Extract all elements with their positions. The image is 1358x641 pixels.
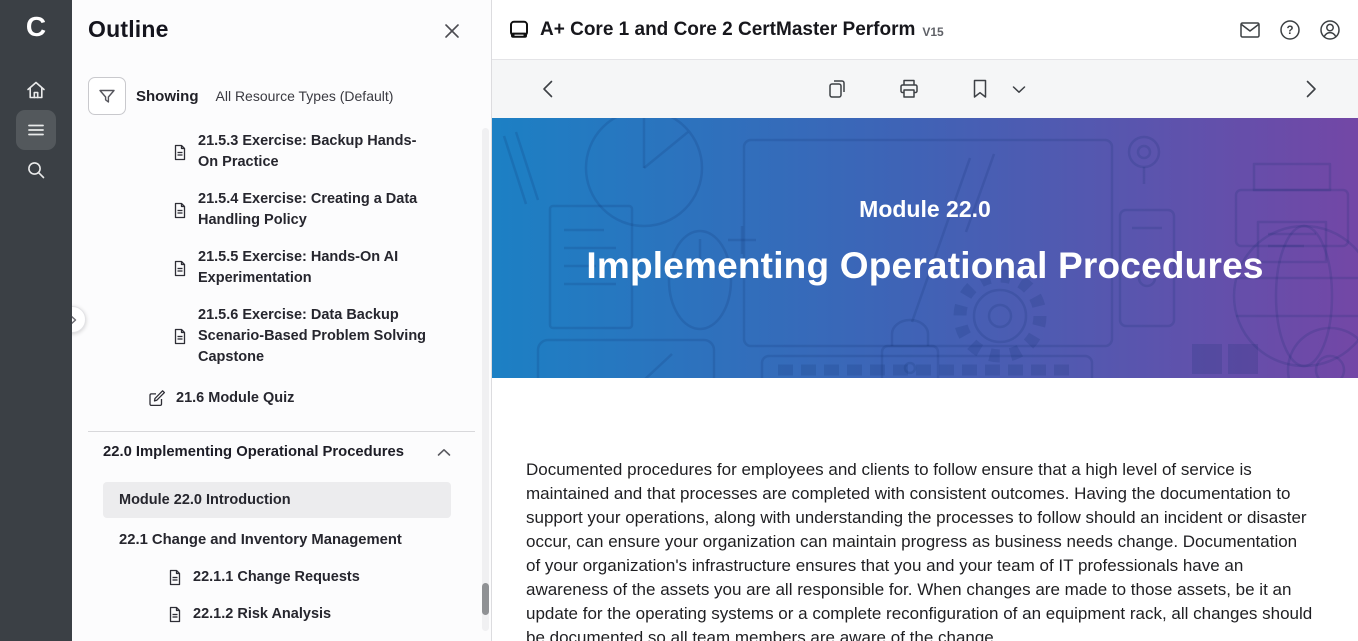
app-rail: C	[0, 0, 72, 641]
course-title: A+ Core 1 and Core 2 CertMaster Perform	[540, 19, 915, 41]
outline-divider	[88, 431, 475, 432]
document-icon	[172, 260, 188, 277]
course-version: V15	[922, 25, 943, 39]
module-hero-banner: Module 22.0 Implementing Operational Pro…	[492, 118, 1358, 378]
filter-row: Showing All Resource Types (Default)	[88, 77, 491, 115]
outline-item-label: 22.1.1 Change Requests	[193, 567, 360, 588]
previous-page-button[interactable]	[532, 74, 562, 104]
outline-item-label: 21.6 Module Quiz	[176, 388, 294, 409]
hero-title: Implementing Operational Procedures	[586, 245, 1263, 287]
account-button[interactable]	[1318, 18, 1342, 42]
filter-button[interactable]	[88, 77, 126, 115]
search-icon	[25, 159, 47, 181]
chevron-up-icon	[437, 448, 451, 457]
outline-item-label: 21.5.4 Exercise: Creating a Data Handlin…	[198, 189, 434, 231]
outline-item-label: 21.5.5 Exercise: Hands-On AI Experimenta…	[198, 247, 434, 289]
account-icon	[1318, 18, 1342, 42]
book-icon	[508, 19, 530, 41]
course-header: A+ Core 1 and Core 2 CertMaster Perform …	[492, 0, 1358, 60]
reader-toolbar	[492, 60, 1358, 118]
outline-item-label: 21.5.6 Exercise: Data Backup Scenario-Ba…	[198, 305, 434, 368]
document-icon	[172, 328, 188, 345]
main-content-area: A+ Core 1 and Core 2 CertMaster Perform …	[492, 0, 1358, 641]
document-icon	[172, 144, 188, 161]
outline-panel: Outline Showing All Resource Types (Defa…	[72, 0, 492, 641]
outline-item-21-6-quiz[interactable]: 21.6 Module Quiz	[72, 387, 491, 409]
outline-item-label: 21.5.3 Exercise: Backup Hands-On Practic…	[198, 131, 434, 173]
help-button[interactable]: ?	[1278, 18, 1302, 42]
outline-section-label: 22.0 Implementing Operational Procedures	[103, 442, 404, 463]
search-button[interactable]	[16, 150, 56, 190]
filter-showing-label: Showing	[136, 88, 199, 105]
bookmark-menu-button[interactable]	[1006, 74, 1032, 104]
certmaster-app: C Outline	[0, 0, 1358, 641]
chevron-down-icon	[1012, 85, 1026, 94]
outline-menu-button[interactable]	[16, 110, 56, 150]
outline-title: Outline	[88, 16, 169, 43]
lesson-content: Documented procedures for employees and …	[492, 378, 1358, 641]
outline-item-label: 22.1.2 Risk Analysis	[193, 604, 331, 625]
home-icon	[25, 79, 47, 101]
print-button[interactable]	[894, 74, 924, 104]
print-icon	[897, 77, 921, 101]
outline-section-22-0[interactable]: 22.0 Implementing Operational Procedures	[72, 441, 491, 463]
messages-button[interactable]	[1238, 18, 1262, 42]
hero-module-label: Module 22.0	[859, 196, 991, 223]
outline-item-label: Module 22.0 Introduction	[119, 490, 291, 511]
copy-button[interactable]	[822, 74, 852, 104]
outline-scrollbar-thumb[interactable]	[482, 583, 489, 615]
bookmark-icon	[969, 78, 991, 100]
svg-text:?: ?	[1286, 25, 1293, 37]
filter-value: All Resource Types (Default)	[216, 88, 394, 104]
filter-icon	[97, 86, 117, 106]
chevron-left-icon	[542, 80, 553, 98]
outline-item-21-5-3[interactable]: 21.5.3 Exercise: Backup Hands-On Practic…	[72, 131, 491, 173]
copy-icon	[825, 77, 849, 101]
help-icon: ?	[1278, 18, 1302, 42]
hero-text: Module 22.0 Implementing Operational Pro…	[492, 118, 1358, 378]
outline-subsection-label: 22.1 Change and Inventory Management	[119, 530, 402, 551]
outline-item-22-1-2[interactable]: 22.1.2 Risk Analysis	[72, 596, 491, 632]
chevron-right-icon	[1306, 80, 1317, 98]
outline-scrollbar[interactable]	[482, 128, 489, 631]
header-actions: ?	[1238, 18, 1342, 42]
hamburger-icon	[25, 119, 47, 141]
document-icon	[167, 606, 183, 623]
outline-tree: 21.5.3 Exercise: Backup Hands-On Practic…	[72, 131, 491, 632]
close-icon	[443, 22, 461, 40]
bookmark-button[interactable]	[965, 74, 995, 104]
outline-item-21-5-6[interactable]: 21.5.6 Exercise: Data Backup Scenario-Ba…	[72, 305, 491, 368]
outline-subsection-22-1[interactable]: 22.1 Change and Inventory Management	[72, 522, 491, 558]
next-page-button[interactable]	[1296, 74, 1326, 104]
close-outline-button[interactable]	[439, 18, 465, 47]
quiz-compose-icon	[148, 389, 166, 407]
lesson-paragraph: Documented procedures for employees and …	[526, 458, 1314, 641]
outline-item-21-5-4[interactable]: 21.5.4 Exercise: Creating a Data Handlin…	[72, 189, 491, 231]
home-button[interactable]	[16, 70, 56, 110]
mail-icon	[1238, 18, 1262, 42]
document-icon	[167, 569, 183, 586]
document-icon	[172, 202, 188, 219]
comptia-logo[interactable]: C	[26, 10, 46, 44]
outline-item-21-5-5[interactable]: 21.5.5 Exercise: Hands-On AI Experimenta…	[72, 247, 491, 289]
rail-nav	[16, 70, 56, 190]
outline-item-22-1-1[interactable]: 22.1.1 Change Requests	[72, 559, 491, 595]
outline-panel-header: Outline	[72, 0, 491, 47]
outline-item-module-22-introduction[interactable]: Module 22.0 Introduction	[103, 482, 451, 518]
